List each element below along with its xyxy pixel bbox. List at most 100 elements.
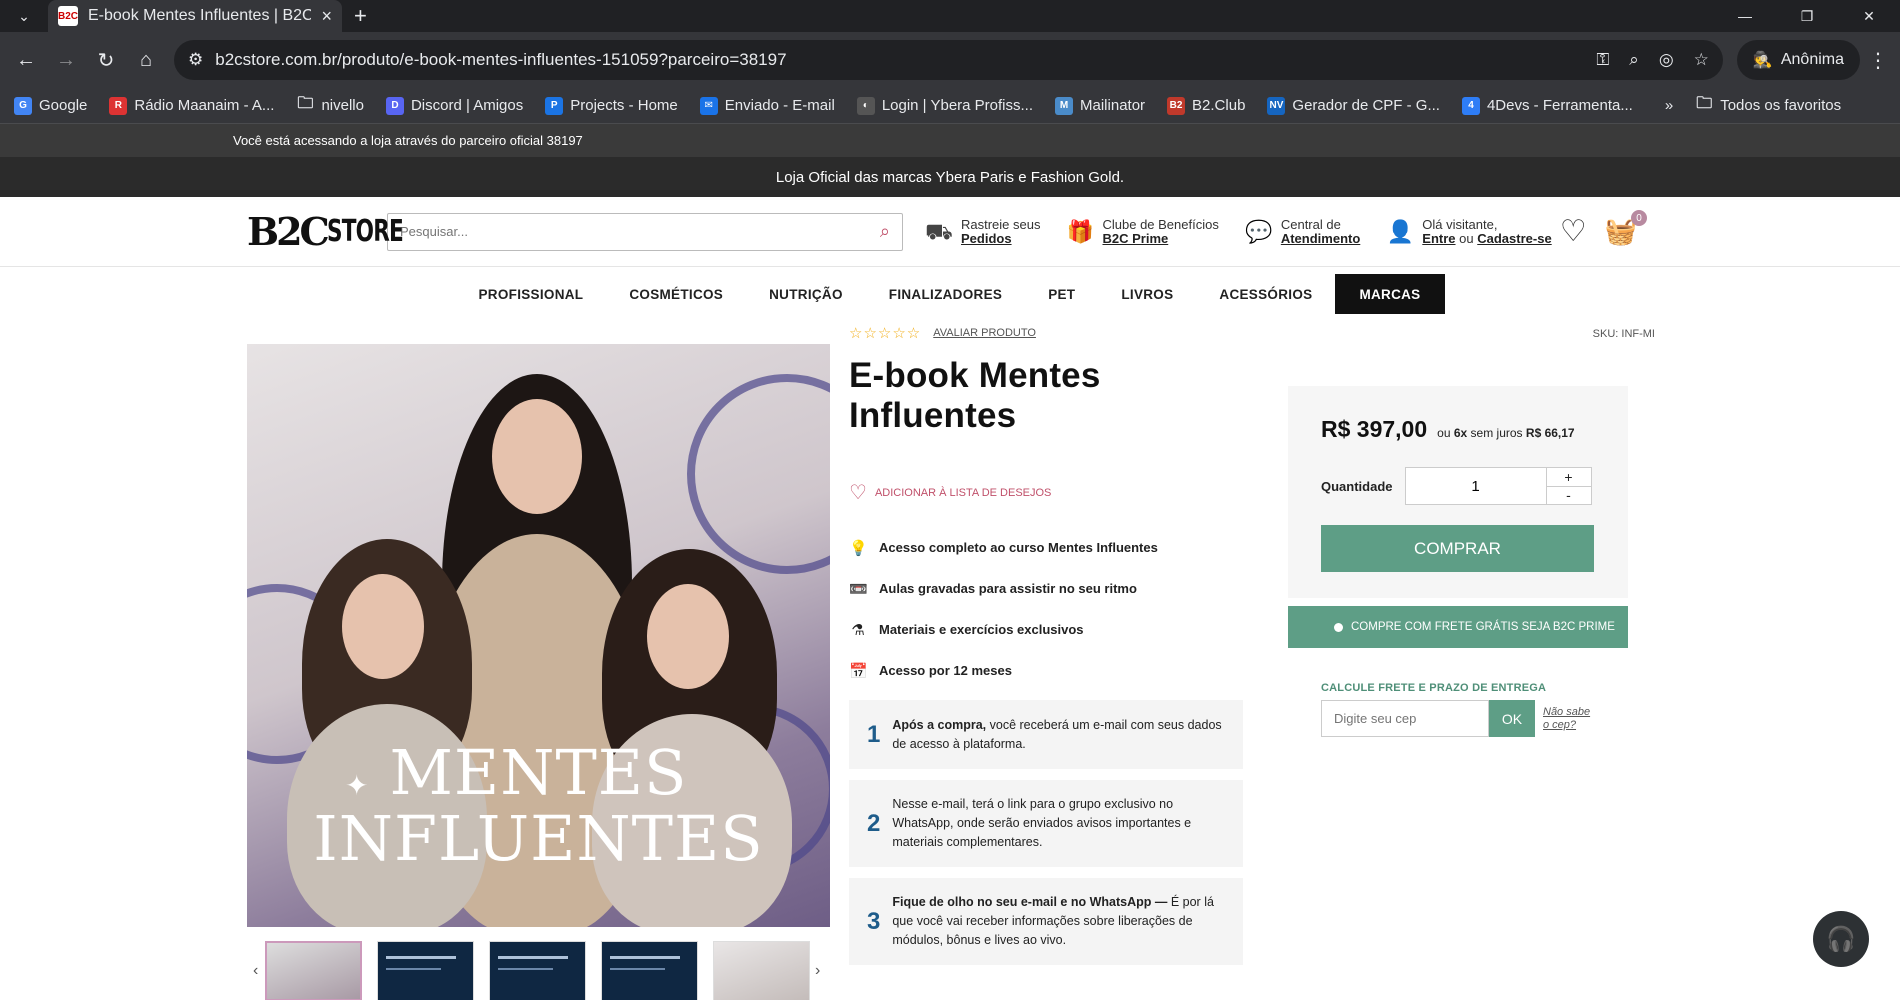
tab-close-icon[interactable]: × bbox=[321, 6, 332, 27]
tab-search-chevron-icon[interactable]: ⌄ bbox=[0, 0, 48, 32]
browser-tab-active[interactable]: B2C E-book Mentes Influentes | B2C × bbox=[48, 0, 342, 32]
back-arrow-icon[interactable]: ← bbox=[8, 42, 44, 78]
bookmark-item[interactable]: NV Gerador de CPF - G... bbox=[1267, 96, 1440, 115]
inst-mid: sem juros bbox=[1470, 426, 1523, 440]
feature-text: Acesso por 12 meses bbox=[879, 663, 1012, 678]
bookmark-item[interactable]: M Mailinator bbox=[1055, 96, 1145, 115]
category-cosmeticos[interactable]: COSMÉTICOS bbox=[606, 274, 746, 314]
category-profissional[interactable]: PROFISSIONAL bbox=[456, 274, 607, 314]
thumbnail[interactable] bbox=[713, 941, 810, 1000]
feature-icon: 📅 bbox=[849, 662, 868, 680]
signup-link[interactable]: Cadastre-se bbox=[1477, 231, 1551, 246]
thumbnail[interactable] bbox=[377, 941, 474, 1000]
inst-count: 6x bbox=[1453, 426, 1468, 440]
cep-ok-button[interactable]: OK bbox=[1489, 700, 1535, 737]
folder-icon: 🗀 bbox=[297, 95, 314, 112]
header-link-support[interactable]: 💬 Central de Atendimento bbox=[1245, 216, 1360, 246]
heart-outline-icon: ♡ bbox=[849, 482, 867, 504]
address-bar[interactable]: ⚙ b2cstore.com.br/produto/e-book-mentes-… bbox=[174, 40, 1723, 80]
thumbnail-strip bbox=[247, 941, 830, 1000]
category-finalizadores[interactable]: FINALIZADORES bbox=[866, 274, 1025, 314]
bookmark-item[interactable]: 🗀 nivello bbox=[296, 95, 364, 115]
thumb-next-icon[interactable]: › bbox=[815, 962, 820, 980]
bookmark-favicon-icon: G bbox=[14, 96, 32, 115]
cep-input[interactable] bbox=[1321, 700, 1489, 737]
add-to-wishlist-button[interactable]: ♡ ADICIONAR À LISTA DE DESEJOS bbox=[849, 480, 1249, 505]
window-close-icon[interactable]: ✕ bbox=[1838, 0, 1900, 32]
tracking-line1: Rastreie seus bbox=[961, 216, 1041, 232]
bookmark-item[interactable]: ✉ Enviado - E-mail bbox=[699, 96, 835, 115]
tracking-link[interactable]: Pedidos bbox=[961, 231, 1012, 246]
product-main-image[interactable]: ✦ MENTES INFLUENTES bbox=[247, 344, 830, 927]
bookmarks-overflow-icon[interactable]: » bbox=[1665, 97, 1673, 114]
feature-item: 📼 Aulas gravadas para assistir no seu rit… bbox=[849, 568, 1249, 609]
site-info-icon[interactable]: ⚙ bbox=[188, 50, 203, 70]
category-nutricao[interactable]: NUTRIÇÃO bbox=[746, 274, 866, 314]
search-box: ⌕ bbox=[387, 212, 903, 251]
thumbnail[interactable] bbox=[601, 941, 698, 1000]
prime-free-shipping-banner[interactable]: COMPRE COM FRETE GRÁTIS SEJA B2C PRIME bbox=[1288, 606, 1628, 648]
support-chat-icon[interactable]: 🎧 bbox=[1813, 911, 1869, 967]
buy-button[interactable]: COMPRAR bbox=[1321, 525, 1594, 572]
login-link[interactable]: Entre bbox=[1422, 231, 1455, 246]
bookmark-item[interactable]: B2 B2.Club bbox=[1167, 96, 1245, 115]
step-text: Após a compra, você receberá um e-mail c… bbox=[892, 716, 1229, 754]
folder-icon: 🗀 bbox=[1696, 95, 1713, 112]
category-acessorios[interactable]: ACESSÓRIOS bbox=[1196, 274, 1335, 314]
zoom-icon[interactable]: ⌕ bbox=[1629, 50, 1639, 70]
cart-basket-icon[interactable]: 🧺 0 bbox=[1605, 210, 1647, 247]
thumbnail[interactable] bbox=[489, 941, 586, 1000]
search-input[interactable] bbox=[400, 224, 820, 239]
wishlist-heart-icon[interactable]: ♡ bbox=[1560, 214, 1587, 249]
bookmark-item[interactable]: R Rádio Maanaim - A... bbox=[109, 96, 274, 115]
support-line1: Central de bbox=[1280, 216, 1341, 232]
header-account[interactable]: 👤 Olá visitante, Entre ou Cadastre-se bbox=[1386, 217, 1552, 246]
promo-text: Loja Oficial das marcas Ybera Paris e Fa… bbox=[775, 168, 1125, 186]
browser-menu-icon[interactable]: ⋮ bbox=[1864, 48, 1892, 73]
incognito-profile-button[interactable]: 🕵 Anônima bbox=[1736, 40, 1860, 80]
key-icon[interactable]: ⚿ bbox=[1596, 50, 1609, 70]
quantity-input[interactable] bbox=[1405, 468, 1546, 504]
category-livros[interactable]: LIVROS bbox=[1098, 274, 1196, 314]
gift-box-icon: 🎁 bbox=[1066, 218, 1095, 244]
bullet-dot-icon bbox=[1334, 622, 1343, 632]
bookmark-item[interactable]: G Google bbox=[14, 96, 87, 115]
prime-link[interactable]: B2C Prime bbox=[1102, 231, 1168, 246]
bookmark-item[interactable]: D Discord | Amigos bbox=[385, 96, 523, 115]
all-bookmarks-folder[interactable]: 🗀 Todos os favoritos bbox=[1695, 95, 1841, 115]
bookmark-item[interactable]: ◐ Login | Ybera Profiss... bbox=[856, 96, 1033, 115]
quantity-minus-button[interactable]: - bbox=[1547, 487, 1591, 505]
rate-product-link[interactable]: AVALIAR PRODUTO bbox=[933, 327, 1036, 339]
bookmark-item[interactable]: P Projects - Home bbox=[545, 96, 678, 115]
search-icon[interactable]: ⌕ bbox=[880, 221, 890, 242]
logo-b2c: B2C bbox=[247, 209, 330, 254]
header-link-tracking[interactable]: ⛟ Rastreie seus Pedidos bbox=[925, 216, 1041, 246]
category-pet[interactable]: PET bbox=[1025, 274, 1098, 314]
category-marcas[interactable]: MARCAS bbox=[1335, 274, 1445, 314]
step-text: Fique de olho no seu e-mail e no WhatsAp… bbox=[892, 893, 1229, 950]
partner-notice: Você está acessando a loja através do pa… bbox=[233, 133, 583, 148]
reload-icon[interactable]: ↻ bbox=[88, 42, 124, 78]
bookmark-favicon-icon: P bbox=[545, 96, 564, 115]
bookmark-favicon-icon: ✉ bbox=[699, 96, 718, 115]
cep-help-link[interactable]: Não sabe o cep? bbox=[1543, 706, 1593, 732]
home-icon[interactable]: ⌂ bbox=[128, 42, 164, 78]
forward-arrow-icon[interactable]: → bbox=[48, 42, 84, 78]
purchase-steps: 1 Após a compra, você receberá um e-mail … bbox=[849, 700, 1243, 976]
product-title: E-book Mentes Influentes bbox=[849, 356, 1101, 435]
buy-box: R$ 397,00 ou 6x sem juros R$ 66,17 Quant… bbox=[1288, 386, 1628, 598]
url-text[interactable]: b2cstore.com.br/produto/e-book-mentes-in… bbox=[215, 50, 1584, 70]
minimize-icon[interactable]: — bbox=[1714, 0, 1776, 32]
bookmark-item[interactable]: 4 4Devs - Ferramenta... bbox=[1461, 96, 1633, 115]
purchase-step: 3 Fique de olho no seu e-mail e no WhatsA… bbox=[849, 878, 1243, 965]
thumbnail[interactable] bbox=[265, 941, 362, 1000]
header-link-prime[interactable]: 🎁 Clube de Benefícios B2C Prime bbox=[1066, 217, 1219, 246]
support-link[interactable]: Atendimento bbox=[1281, 231, 1360, 246]
bookmark-star-icon[interactable]: ☆ bbox=[1694, 50, 1709, 70]
step-bold: Após a compra, bbox=[892, 717, 987, 732]
new-tab-icon[interactable]: + bbox=[354, 3, 367, 29]
restore-icon[interactable]: ❐ bbox=[1776, 0, 1838, 32]
eye-off-icon[interactable]: ◎ bbox=[1659, 50, 1674, 70]
b2c-store-logo[interactable]: B2C STORE bbox=[247, 209, 404, 254]
quantity-plus-button[interactable]: + bbox=[1546, 468, 1591, 487]
